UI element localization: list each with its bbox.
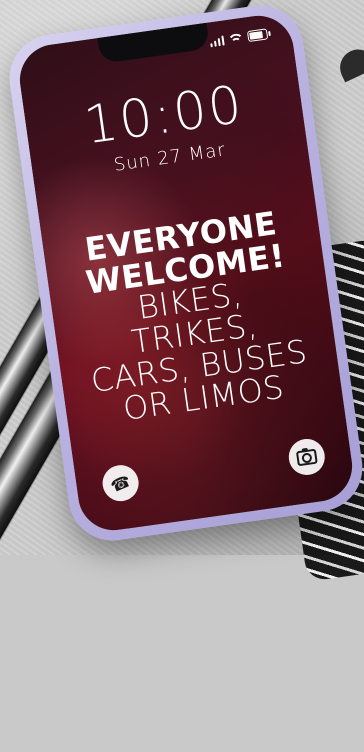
battery-icon xyxy=(246,28,269,43)
phone-icon: ☎ xyxy=(107,470,134,496)
camera-icon xyxy=(295,448,318,466)
wifi-icon xyxy=(229,32,242,44)
phone-button[interactable]: ☎ xyxy=(100,462,141,504)
status-bar xyxy=(209,28,269,47)
camera-button[interactable] xyxy=(286,436,328,478)
lockscreen-shortcuts: ☎ xyxy=(73,419,353,507)
signal-icon xyxy=(209,35,225,47)
headline: EVERYONE WELCOME! BIKES, TRIKES, CARS, B… xyxy=(60,204,325,431)
